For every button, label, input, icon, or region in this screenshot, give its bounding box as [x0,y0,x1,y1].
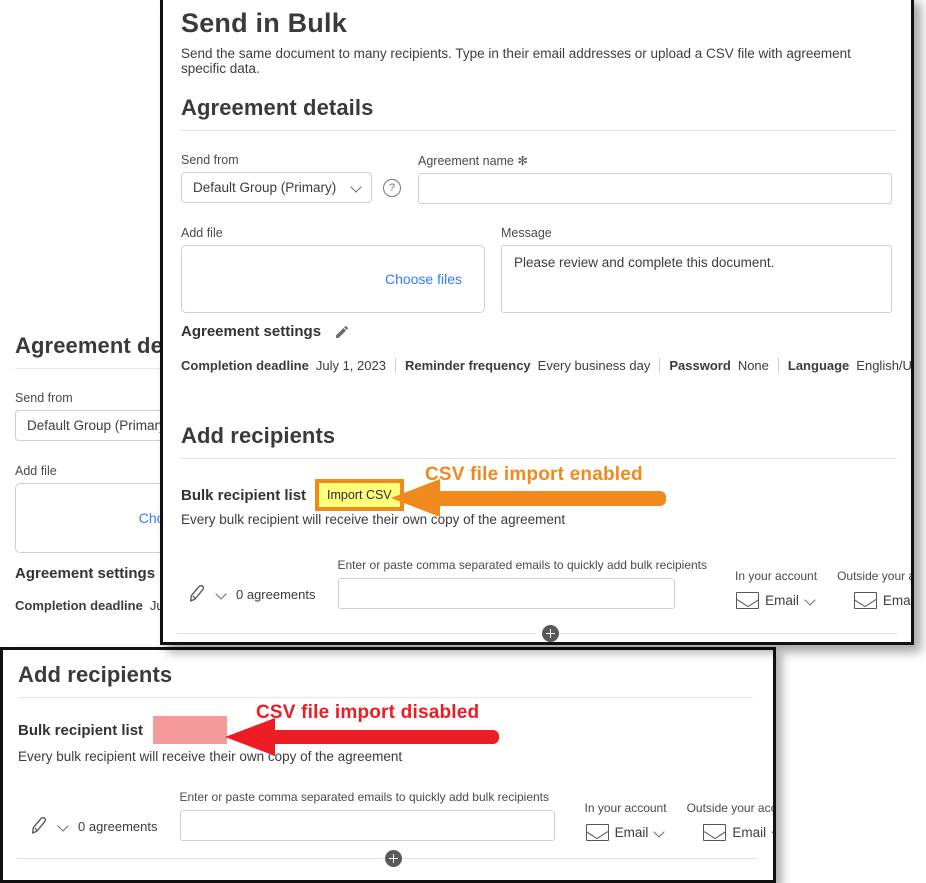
chevron-down-icon[interactable] [805,595,816,606]
agreement-name-input[interactable] [418,173,892,204]
send-in-bulk-card: Send in Bulk Send the same document to m… [160,0,914,645]
divider [777,358,779,373]
csv-disabled-arrow-head [225,718,275,756]
in-account-method-select[interactable]: Email [735,592,817,609]
bottom-add-recipients-title: Add recipients [18,662,753,698]
envelope-icon [736,592,760,609]
outside-account-group: Outside your account Email [837,569,911,609]
message-group: Message Please review and complete this … [501,226,892,313]
pencil-icon[interactable] [334,324,350,340]
page-title: Send in Bulk [181,8,347,38]
csv-enabled-arrow-head [391,479,440,517]
agreement-name-group: Agreement name ✻ [418,153,892,204]
card-header: Send in Bulk Send the same document to m… [181,8,899,76]
divider [659,358,661,373]
bulk-emails-input[interactable] [337,578,675,609]
bottom-outside-account-method-select[interactable]: Email [687,824,773,841]
role-selector[interactable]: 0 agreements [185,583,316,609]
bottom-bulk-note: Every bulk recipient will receive their … [18,749,403,764]
csv-enabled-arrow-shaft [438,491,666,506]
csv-disabled-arrow-shaft [273,730,499,744]
csv-disabled-callout-text: CSV file import disabled [256,702,480,723]
csv-disabled-panel: Add recipients Bulk recipient list Every… [0,647,776,883]
bottom-role-selector[interactable]: 0 agreements [27,815,158,841]
agreement-settings-header: Agreement settings [181,323,350,340]
envelope-icon [853,592,877,609]
plus-circle-icon[interactable] [385,850,402,867]
bottom-add-row-control[interactable] [3,850,773,870]
bottom-in-account-group: In your account Email [584,801,667,841]
csv-enabled-callout-text: CSV file import enabled [425,464,643,485]
message-textarea[interactable]: Please review and complete this document… [501,245,892,313]
bottom-bulk-recipient-label: Bulk recipient list [18,721,144,739]
file-dropzone[interactable]: Choose files [181,245,485,313]
choose-files-link[interactable]: Choose files [385,271,462,287]
pen-nib-icon [27,815,49,837]
chevron-down-icon[interactable] [772,827,773,838]
outside-account-method-select[interactable]: Email [837,592,911,609]
agreement-settings-summary: Completion deadline July 1, 2023 Reminde… [181,358,912,373]
bottom-emails-group: Enter or paste comma separated emails to… [179,790,555,841]
bottom-in-account-method-select[interactable]: Email [585,824,667,841]
emails-group: Enter or paste comma separated emails to… [337,558,707,609]
chevron-down-icon[interactable] [351,182,362,193]
bulk-recipient-note: Every bulk recipient will receive their … [181,512,566,527]
bottom-outside-account-group: Outside your account Email [687,801,773,841]
pen-nib-icon [185,583,207,605]
bottom-bulk-emails-input[interactable] [179,810,555,841]
question-mark-icon[interactable]: ? [383,178,401,197]
required-marker: ✻ [517,154,528,168]
page-subtitle: Send the same document to many recipient… [181,46,851,76]
envelope-icon [703,824,727,841]
agreement-details-section-title: Agreement details [181,95,897,131]
add-row-control[interactable] [163,625,911,642]
import-csv-redaction [153,716,228,744]
role-chevron-down-icon[interactable] [216,589,227,600]
divider [394,358,396,373]
send-from-select[interactable]: Default Group (Primary) [181,172,372,203]
bg-agreement-settings-heading: Agreement settings [15,565,156,582]
bottom-recipient-entry-row: 0 agreements Enter or paste comma separa… [27,790,773,841]
agreements-count: 0 agreements [236,586,316,602]
add-recipients-section-title: Add recipients [181,423,897,459]
bg-settings-summary: Completion deadline July [15,598,173,613]
recipient-entry-row: 0 agreements Enter or paste comma separa… [185,558,911,609]
role-chevron-down-icon[interactable] [58,821,69,832]
in-account-group: In your account Email [735,569,818,609]
bottom-agreements-count: 0 agreements [78,818,158,834]
bottom-bulk-recipient-row: Bulk recipient list [18,716,228,744]
add-file-group: Add file Choose files [181,226,485,313]
envelope-icon [585,824,609,841]
bulk-recipient-label: Bulk recipient list [181,486,307,504]
send-from-group: Send from Default Group (Primary) ? [181,153,401,203]
plus-circle-icon[interactable] [542,625,559,642]
chevron-down-icon[interactable] [654,827,665,838]
bulk-recipient-row: Bulk recipient list Import CSV [181,479,404,511]
